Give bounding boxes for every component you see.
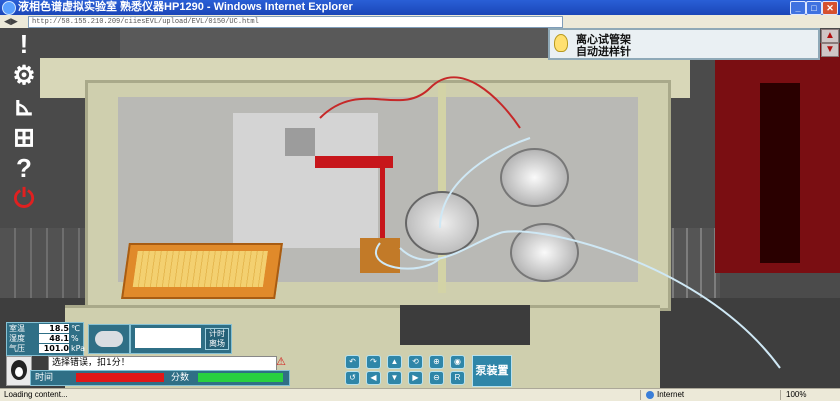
info-scroll-down-button[interactable]: ▼: [821, 43, 839, 57]
lightbulb-icon: [554, 34, 568, 52]
gear-icon[interactable]: ⚙: [6, 60, 42, 90]
close-button[interactable]: ✕: [822, 1, 838, 15]
reset-button[interactable]: R: [450, 371, 465, 385]
help-icon[interactable]: ?: [6, 153, 42, 183]
security-zone: Internet: [646, 389, 684, 401]
zoom-in-button[interactable]: ⊕: [429, 355, 444, 369]
temperature-row: 室温 18.5 ℃: [9, 324, 83, 334]
status-bar: Loading content... Internet 100%: [0, 388, 840, 401]
environment-panel: 室温 18.5 ℃ 湿度 48.1 % 气压 101.0 kPa: [6, 322, 85, 356]
rotate-left-button[interactable]: ↶: [345, 355, 360, 369]
maximize-button[interactable]: □: [806, 1, 822, 15]
eye-icon[interactable]: ◉: [450, 355, 465, 369]
score-label: 分数: [171, 373, 190, 383]
progress-bars: 时间 分数: [30, 370, 290, 386]
temperature-label: 室温: [9, 324, 25, 333]
message-box: 选择错误，扣1分！: [48, 356, 277, 371]
back-forward-icon[interactable]: ◀▶: [4, 16, 24, 26]
move-down-button[interactable]: ▼: [387, 371, 402, 385]
left-toolbar: ! ⚙ ⊾ ⊞ ? ⏻: [6, 29, 44, 219]
info-line-2: 自动进样针: [576, 45, 631, 58]
grid-icon[interactable]: ⊞: [6, 122, 42, 152]
pressure-label: 气压: [9, 344, 25, 353]
info-scroll-up-button[interactable]: ▲: [821, 29, 839, 43]
humidity-row: 湿度 48.1 %: [9, 334, 83, 344]
rotate-right-button[interactable]: ↷: [366, 355, 381, 369]
power-icon[interactable]: ⏻: [6, 183, 42, 214]
humidity-label: 湿度: [9, 334, 25, 343]
pressure-row: 气压 101.0 kPa: [9, 344, 85, 354]
exclamation-icon[interactable]: !: [6, 29, 42, 59]
window-titlebar: 液相色谱虚拟实验室 熟悉仪器HP1290 - Windows Internet …: [0, 0, 840, 15]
move-right-button[interactable]: ▶: [408, 371, 423, 385]
pressure-unit: kPa: [71, 344, 85, 353]
turn-left-button[interactable]: ↺: [345, 371, 360, 385]
humidity-unit: %: [71, 334, 79, 343]
window-title: 液相色谱虚拟实验室 熟悉仪器HP1290 - Windows Internet …: [18, 1, 353, 13]
zoom-level[interactable]: 100%: [786, 389, 806, 401]
timer-panel: 计时 离场: [130, 324, 232, 354]
temperature-value: 18.5: [39, 324, 69, 333]
url-field[interactable]: http://58.155.210.209/ciiesEVL/upload/EV…: [28, 16, 563, 28]
ie-logo-icon: [2, 1, 16, 15]
minimize-button[interactable]: _: [790, 1, 806, 15]
move-left-button[interactable]: ◀: [366, 371, 381, 385]
pump-device-button[interactable]: 泵装置: [472, 355, 512, 387]
warning-icon: ⚠: [276, 356, 286, 368]
humidity-value: 48.1: [39, 334, 69, 343]
score-bar: [198, 373, 283, 382]
weather-panel: [88, 324, 130, 354]
address-bar: ◀▶ http://58.155.210.209/ciiesEVL/upload…: [0, 15, 840, 29]
reset-view-button[interactable]: ⟲: [408, 355, 423, 369]
timer-button[interactable]: 计时 离场: [205, 328, 229, 350]
cloud-icon: [95, 331, 123, 347]
info-panel: 离心试管架 自动进样针: [548, 28, 820, 60]
globe-icon: [646, 390, 654, 399]
timer-display: [135, 328, 201, 348]
time-label: 时间: [35, 373, 54, 383]
penguin-avatar: [6, 356, 32, 386]
move-up-button[interactable]: ▲: [387, 355, 402, 369]
time-bar: [76, 373, 164, 382]
zoom-out-button[interactable]: ⊖: [429, 371, 444, 385]
pressure-value: 101.0: [39, 344, 69, 353]
zone-label: Internet: [657, 390, 685, 399]
camera-controls: ↶ ↷ ▲ ⟲ ⊕ ◉ ↺ ◀ ▼ ▶ ⊖ R: [345, 355, 470, 385]
status-text: Loading content...: [4, 390, 68, 399]
temperature-unit: ℃: [71, 324, 80, 333]
chart-icon[interactable]: ⊾: [6, 91, 42, 121]
